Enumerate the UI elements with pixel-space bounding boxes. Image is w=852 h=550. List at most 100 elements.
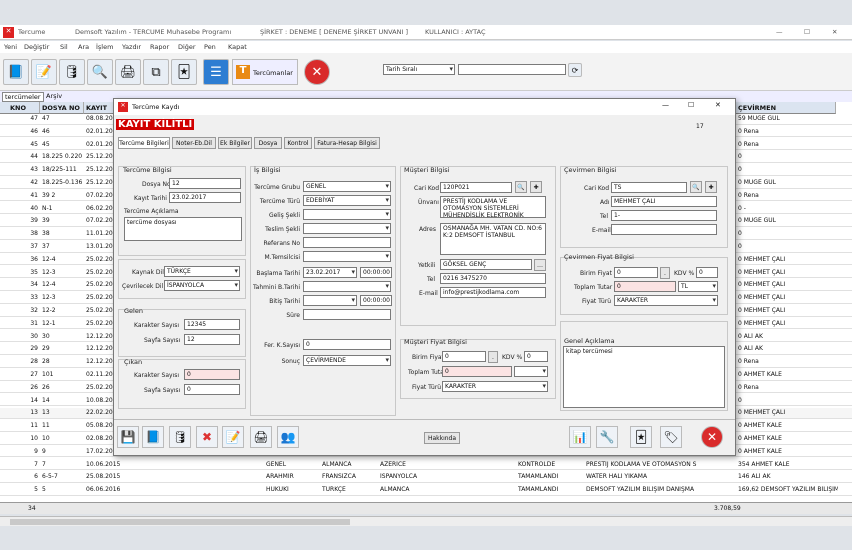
dialog-tab[interactable]: Fatura-Hesap Bilgisi [314,137,380,149]
minimize-icon[interactable]: — [776,28,783,36]
is-field-input[interactable]: ÇEVİRMENDE [303,355,391,366]
close-icon[interactable]: ✕ [832,28,837,36]
close-dialog-icon[interactable]: ✕ [701,426,723,448]
col-kno[interactable]: KNO [0,102,40,114]
table-row[interactable]: 7 7 10.06.2015 354 AHMET KALE GENEL ALMANCA AZ… [0,460,852,471]
is-field-input[interactable] [303,223,391,234]
cevirmen-add-icon[interactable]: ✚ [705,181,717,193]
gelen-ks-input[interactable]: 12345 [184,319,240,330]
genel-aciklama-input[interactable]: kitap tercümesi [563,346,725,408]
dialog-close-icon[interactable]: ✕ [715,101,721,109]
is-field-input[interactable] [303,251,391,262]
mbirim-input[interactable]: 0 [442,351,486,362]
is-field-input[interactable] [303,209,391,220]
menu-pen[interactable]: Pen [204,43,216,51]
dialog-tab[interactable]: Dosya [254,137,282,149]
cevirmen-adi-input[interactable]: MEHMET ÇALI [611,196,717,207]
yetkili-more-button[interactable]: … [534,259,546,271]
save-icon[interactable]: 💾 [117,426,139,448]
tools-icon[interactable]: 🔧 [596,426,618,448]
is-field-input[interactable]: 0 [303,339,391,350]
kayit-tarihi-input[interactable]: 23.02.2017 [169,192,241,203]
cbirim-input[interactable]: 0 [614,267,658,278]
gelen-ss-input[interactable]: 12 [184,334,240,345]
table-row[interactable]: 5 5 06.06.2016 169,62 DEMSOFT YAZILIM BİLİŞ… [0,485,852,496]
print-doc-icon[interactable]: 🖨 [250,426,272,448]
is-field-input[interactable]: 23.02.2017 [303,267,357,278]
cevirmen-tel-input[interactable]: 1- [611,210,717,221]
dialog-tab[interactable]: Kontrol [284,137,312,149]
ccurrency-select[interactable]: TL [678,281,718,292]
musteri-search-icon[interactable]: 🔍 [515,181,527,193]
cevirmen-search-icon[interactable]: 🔍 [690,181,702,193]
menu-sil[interactable]: Sil [60,43,68,51]
aciklama-input[interactable]: tercüme dosyası [124,217,242,241]
tercumanlar-button[interactable]: Tercümanlar T [232,59,298,85]
table-row[interactable]: 6 6-5-7 25.08.2015 146 ALİ AK ARAHMIR FRANSIZ… [0,472,852,483]
print-icon[interactable]: 🖨 [115,59,141,85]
ctoplam-input[interactable]: 0 [614,281,676,292]
cards2-icon[interactable]: 🃏 [630,426,652,448]
refresh-icon[interactable]: ⟳ [568,63,582,77]
dialog-tab[interactable]: Tercüme Bilgileri [118,137,170,149]
search-icon[interactable]: 🔍 [87,59,113,85]
db-icon[interactable]: 🛢 [169,426,191,448]
edit-doc-icon[interactable]: 📝 [222,426,244,448]
col-kayit[interactable]: KAYIT [84,102,114,114]
is-field-input[interactable]: EDEBİYAT [303,195,391,206]
is-field-input[interactable] [303,295,357,306]
mtoplam-input[interactable]: 0 [442,366,512,377]
delete-icon[interactable]: ✖ [196,426,218,448]
hakkinda-button[interactable]: Hakkında [424,432,460,444]
edit-icon[interactable]: 📝 [31,59,57,85]
col-dosya[interactable]: DOSYA NO [40,102,84,114]
search-input[interactable] [458,64,566,75]
kaynak-dil-select[interactable]: TÜRKÇE [164,266,240,277]
mtur-select[interactable]: KARAKTER [442,381,548,392]
is-field-input[interactable] [303,281,391,292]
mcurrency-select[interactable] [514,366,548,377]
menu-degistir[interactable]: Değiştir [24,43,49,51]
mbirim-more-button[interactable]: . [488,351,498,363]
ctur-select[interactable]: KARAKTER [614,295,718,306]
scroll-thumb[interactable] [10,519,350,525]
mkdv-input[interactable]: 0 [524,351,548,362]
cevirmen-email-input[interactable] [611,224,717,235]
unvan-input[interactable]: PRESTİJ KODLAMA VE OTOMASYON SİSTEMLERİ … [440,196,546,218]
users-icon[interactable]: 👥 [277,426,299,448]
tab-tercumeler[interactable]: tercümeler [2,92,44,102]
database-icon[interactable]: 🛢 [59,59,85,85]
sort-select[interactable]: Tarih Sıralı [383,64,455,75]
tag-icon[interactable]: 🏷 [660,426,682,448]
dosya-no-input[interactable]: 12 [169,178,241,189]
dialog-maximize-icon[interactable]: ☐ [688,101,694,109]
is-field-input[interactable] [303,237,391,248]
cikan-ss-input[interactable]: 0 [184,384,240,395]
is-field-input[interactable] [303,309,391,320]
menu-yeni[interactable]: Yeni [4,43,17,51]
maximize-icon[interactable]: ☐ [804,28,810,36]
excel-icon[interactable]: 📊 [569,426,591,448]
col-cevirmen[interactable]: ÇEVİRMEN [736,102,836,114]
menu-rapor[interactable]: Rapor [150,43,169,51]
menu-ara[interactable]: Ara [78,43,89,51]
adres-input[interactable]: OSMANAĞA MH. VATAN CD. NO:6 K:2 DEMSOFT … [440,223,546,255]
musteri-cari-input[interactable]: 120P021 [440,182,512,193]
dialog-minimize-icon[interactable]: — [662,101,669,109]
yetkili-input[interactable]: GÖKSEL GENÇ [440,259,532,270]
new-record-icon[interactable]: 📘 [3,59,29,85]
dialog-tab[interactable]: Noter-Eb.Dil [172,137,216,149]
is-field-input[interactable]: GENEL [303,181,391,192]
dialog-tab[interactable]: Ek Bilgiler [218,137,252,149]
menu-kapat[interactable]: Kapat [228,43,247,51]
cevirmen-cari-input[interactable]: TS [611,182,687,193]
menu-islem[interactable]: İşlem [96,43,113,51]
list-icon[interactable]: ☰ [203,59,229,85]
menu-yazdir[interactable]: Yazdır [122,43,141,51]
new-icon[interactable]: 📘 [142,426,164,448]
copy-icon[interactable]: ⧉ [143,59,169,85]
exit-icon[interactable]: ✕ [304,59,330,85]
is-time-input[interactable]: 00:00:00 [360,267,392,278]
musteri-add-icon[interactable]: ✚ [530,181,542,193]
cikan-ks-input[interactable]: 0 [184,369,240,380]
